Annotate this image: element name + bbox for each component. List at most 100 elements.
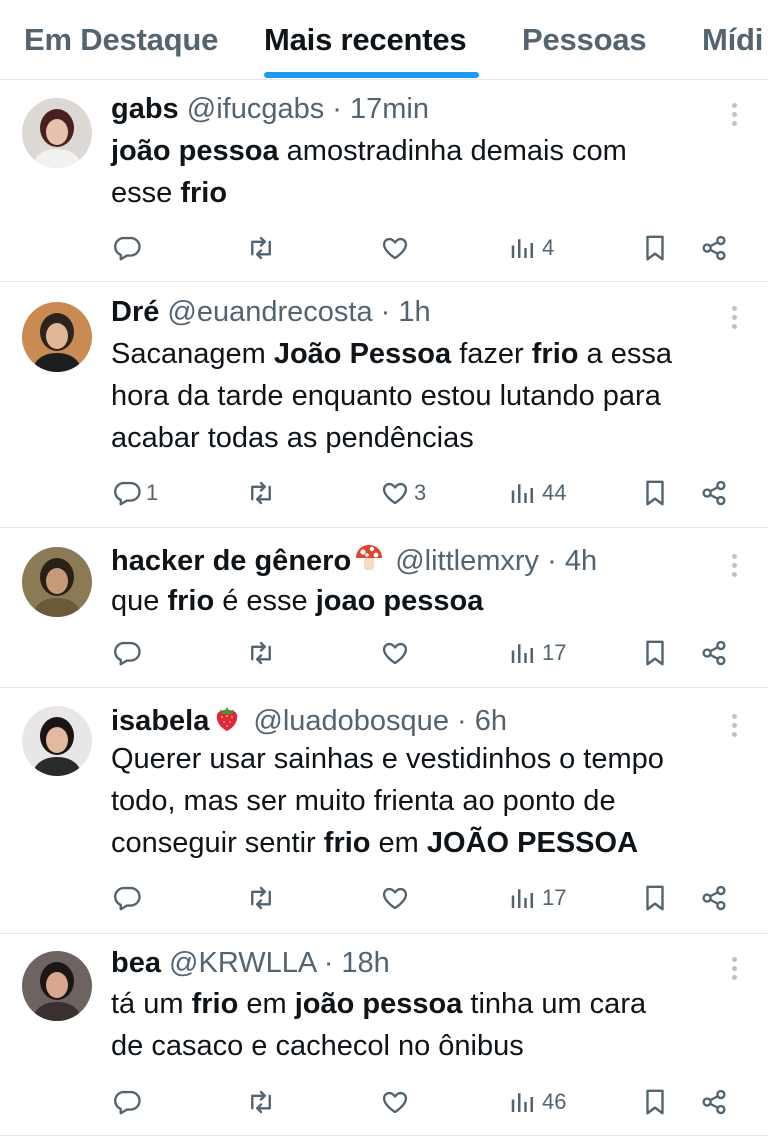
share-button[interactable] <box>699 228 729 268</box>
highlighted-term: frio <box>167 585 215 617</box>
avatar[interactable] <box>22 951 92 1021</box>
strawberry-icon <box>211 702 243 743</box>
avatar[interactable] <box>22 547 92 617</box>
tweet[interactable]: gabs @ifucgabs · 17min joão pessoa amostr… <box>0 81 768 282</box>
reply-count: 1 <box>146 480 159 505</box>
share-button[interactable] <box>699 473 729 513</box>
bookmark-button[interactable] <box>640 1082 670 1122</box>
timestamp[interactable]: 17min <box>350 93 429 125</box>
tab-mais-recentes[interactable]: Mais recentes <box>264 22 467 58</box>
tweet-header: Dré @euandrecosta · 1h <box>111 294 708 330</box>
views-button[interactable]: 17 <box>508 633 566 673</box>
timestamp[interactable]: 4h <box>565 545 597 577</box>
display-name[interactable]: gabs <box>111 93 179 125</box>
share-button[interactable] <box>699 633 729 673</box>
share-button[interactable] <box>699 1082 729 1122</box>
user-handle[interactable]: @KRWLLA <box>169 947 316 979</box>
retweet-button[interactable] <box>246 878 280 918</box>
retweet-button[interactable] <box>246 633 280 673</box>
like-button[interactable]: 3 <box>380 473 426 513</box>
bookmark-button[interactable] <box>640 228 670 268</box>
views-button[interactable]: 4 <box>508 228 554 268</box>
reply-button[interactable] <box>112 633 146 673</box>
display-name[interactable]: bea <box>111 947 161 979</box>
tweet[interactable]: bea @KRWLLA · 18h tá um frio em joão pess… <box>0 934 768 1136</box>
more-options-icon[interactable] <box>732 306 738 333</box>
like-button[interactable] <box>380 1082 414 1122</box>
retweet-button[interactable] <box>246 228 280 268</box>
user-handle[interactable]: @littlemxry <box>395 545 539 577</box>
text-segment: acabar todas as pendências <box>111 422 474 454</box>
retweet-icon <box>246 638 276 668</box>
views-button[interactable]: 44 <box>508 473 566 513</box>
views-button[interactable]: 17 <box>508 878 566 918</box>
tab-em-destaque[interactable]: Em Destaque <box>24 22 218 58</box>
like-button[interactable] <box>380 878 414 918</box>
tab-midia[interactable]: Mídi <box>702 22 763 58</box>
tweet-text-line: esse frio <box>111 172 751 214</box>
highlighted-term: frio <box>180 177 228 209</box>
retweet-button[interactable] <box>246 473 280 513</box>
display-name[interactable]: hacker de gênero <box>111 545 351 577</box>
text-segment: Sacanagem <box>111 338 274 370</box>
separator-dot: · <box>380 296 391 328</box>
retweet-icon <box>246 233 276 263</box>
reply-button[interactable] <box>112 878 146 918</box>
like-button[interactable] <box>380 228 414 268</box>
text-segment: em <box>370 827 427 859</box>
heart-icon <box>380 1087 410 1117</box>
tweet-text-line: que frio é esse joao pessoa <box>111 580 751 622</box>
tweet-text-line: tá um frio em joão pessoa tinha um cara <box>111 983 751 1025</box>
tweet-actions: 17 <box>0 878 768 918</box>
bookmark-button[interactable] <box>640 878 670 918</box>
tweet[interactable]: hacker de gênero @littlemxry · 4h que fri… <box>0 528 768 688</box>
tweet-text-line: todo, mas ser muito frienta ao ponto de <box>111 780 751 822</box>
display-name[interactable]: isabela <box>111 705 209 737</box>
bookmark-button[interactable] <box>640 633 670 673</box>
avatar[interactable] <box>22 302 92 372</box>
user-handle[interactable]: @luadobosque <box>253 705 449 737</box>
avatar[interactable] <box>22 706 92 776</box>
timestamp[interactable]: 1h <box>398 296 430 328</box>
text-segment: que <box>111 585 168 617</box>
tweet[interactable]: isabela @luadobosque · 6h Querer usar sai… <box>0 688 768 934</box>
like-button[interactable] <box>380 633 414 673</box>
display-name[interactable]: Dré <box>111 296 159 328</box>
tweet-text-line: conseguir sentir frio em JOÃO PESSOA <box>111 822 751 864</box>
reply-button[interactable]: 1 <box>112 473 158 513</box>
bookmark-icon <box>640 478 670 508</box>
reply-icon <box>112 883 142 913</box>
highlighted-term: JOÃO PESSOA <box>426 827 639 859</box>
reply-button[interactable] <box>112 228 146 268</box>
text-segment: fazer <box>451 338 532 370</box>
highlighted-term: joão pessoa <box>294 988 463 1020</box>
timestamp[interactable]: 18h <box>341 947 389 979</box>
views-button[interactable]: 46 <box>508 1082 566 1122</box>
tweet-text-line: Querer usar sainhas e vestidinhos o temp… <box>111 738 751 780</box>
avatar[interactable] <box>22 98 92 168</box>
more-options-icon[interactable] <box>732 714 738 741</box>
retweet-button[interactable] <box>246 1082 280 1122</box>
tweet-text-line: acabar todas as pendências <box>111 417 751 459</box>
like-count: 3 <box>414 480 427 505</box>
user-handle[interactable]: @euandrecosta <box>167 296 372 328</box>
text-segment: tá um <box>111 988 192 1020</box>
text-segment: a essa <box>578 338 672 370</box>
view-count: 46 <box>542 1089 567 1114</box>
share-button[interactable] <box>699 878 729 918</box>
timestamp[interactable]: 6h <box>475 705 507 737</box>
tab-pessoas[interactable]: Pessoas <box>522 22 647 58</box>
reply-button[interactable] <box>112 1082 146 1122</box>
retweet-icon <box>246 478 276 508</box>
bookmark-icon <box>640 638 670 668</box>
tweet[interactable]: Dré @euandrecosta · 1h Sacanagem João Pes… <box>0 282 768 528</box>
tweet-header: isabela @luadobosque · 6h <box>111 702 708 743</box>
user-handle[interactable]: @ifucgabs <box>187 93 324 125</box>
views-chart-icon <box>508 478 538 508</box>
retweet-icon <box>246 883 276 913</box>
more-options-icon[interactable] <box>732 554 738 581</box>
more-options-icon[interactable] <box>732 103 738 130</box>
view-count: 17 <box>542 885 567 910</box>
more-options-icon[interactable] <box>732 957 738 984</box>
bookmark-button[interactable] <box>640 473 670 513</box>
